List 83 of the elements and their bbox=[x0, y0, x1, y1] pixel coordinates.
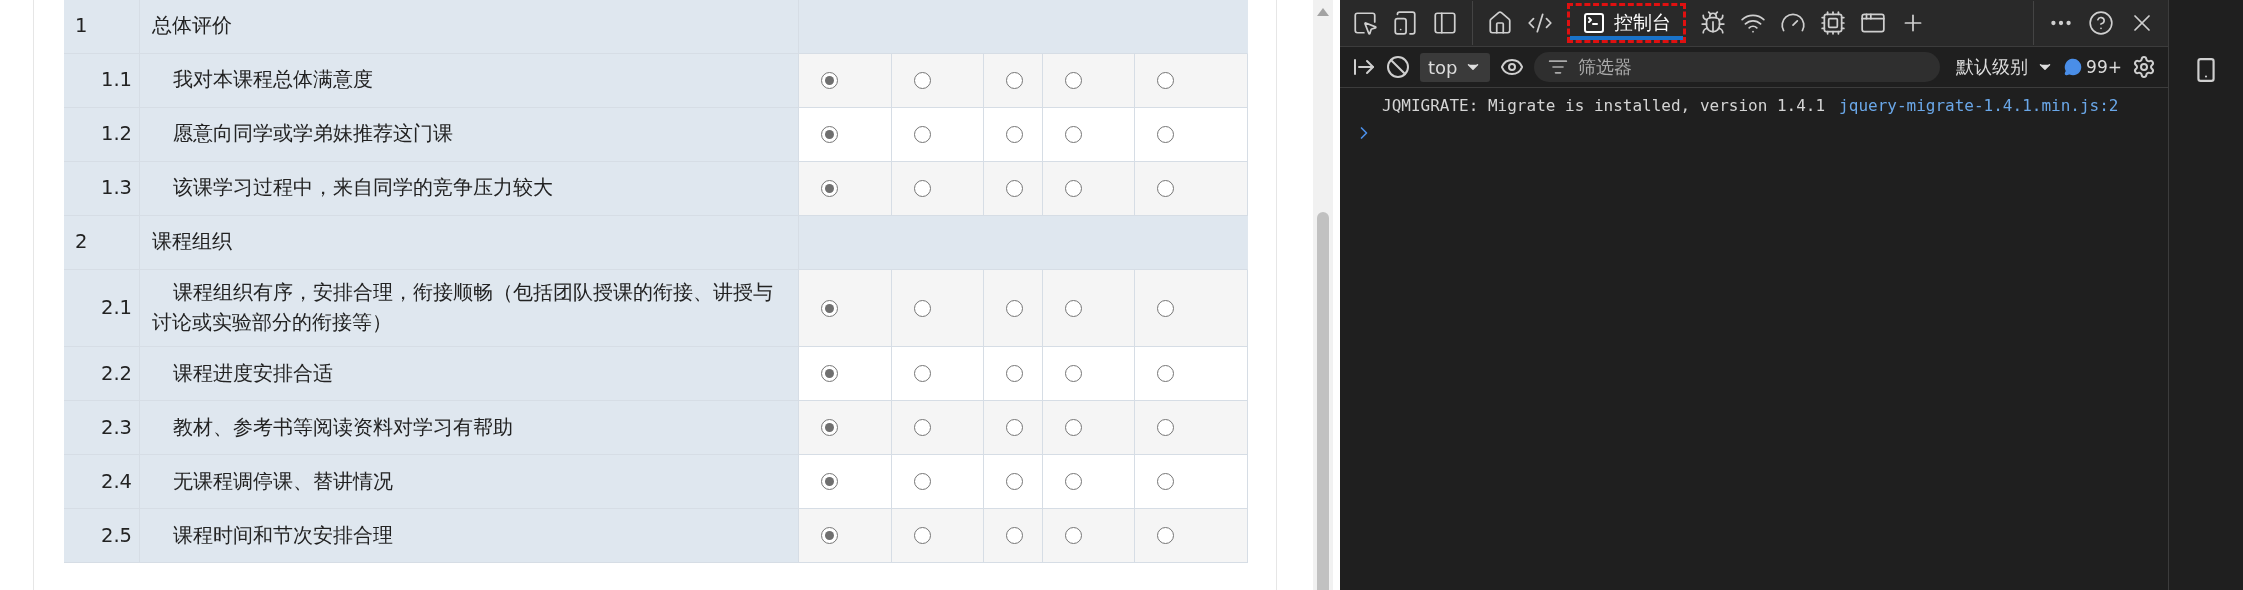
radio-button[interactable] bbox=[821, 299, 838, 317]
question-text: 课程进度安排合适 bbox=[140, 347, 799, 402]
clear-icon[interactable] bbox=[1386, 55, 1410, 79]
radio-button[interactable] bbox=[914, 180, 931, 197]
section-title: 课程组织 bbox=[140, 216, 799, 270]
radio-button[interactable] bbox=[914, 527, 931, 545]
radio-button[interactable] bbox=[914, 365, 931, 383]
source-link[interactable]: jquery-migrate-1.4.1.min.js:2 bbox=[1839, 96, 2119, 115]
terminal-icon bbox=[1582, 11, 1606, 35]
radio-button[interactable] bbox=[821, 473, 838, 491]
radio-button[interactable] bbox=[821, 180, 838, 197]
radio-button[interactable] bbox=[1065, 126, 1082, 143]
window-icon[interactable] bbox=[1860, 10, 1886, 36]
filter-field[interactable]: 筛选器 bbox=[1533, 52, 1941, 82]
section-number: 2 bbox=[64, 216, 140, 270]
radio-button[interactable] bbox=[1157, 473, 1174, 491]
question-text: 愿意向同学或学弟妹推荐这门课 bbox=[140, 108, 799, 162]
question-text: 我对本课程总体满意度 bbox=[140, 54, 799, 108]
message-icon bbox=[2064, 58, 2083, 76]
item-number: 1.1 bbox=[64, 54, 140, 108]
radio-button[interactable] bbox=[1006, 126, 1023, 143]
radio-button[interactable] bbox=[1157, 365, 1174, 383]
radio-button[interactable] bbox=[1006, 365, 1023, 383]
radio-button[interactable] bbox=[1157, 527, 1174, 545]
radio-button[interactable] bbox=[914, 72, 931, 89]
radio-button[interactable] bbox=[1065, 527, 1082, 545]
radio-button[interactable] bbox=[1006, 299, 1023, 317]
radio-button[interactable] bbox=[1157, 299, 1174, 317]
context-dropdown[interactable]: top bbox=[1420, 52, 1490, 82]
radio-button[interactable] bbox=[821, 72, 838, 89]
radio-button[interactable] bbox=[821, 419, 838, 437]
item-number: 2.2 bbox=[64, 347, 140, 402]
radio-button[interactable] bbox=[1157, 126, 1174, 143]
radio-button[interactable] bbox=[1157, 72, 1174, 89]
item-number: 2.3 bbox=[64, 401, 140, 456]
level-dropdown[interactable]: 默认级别 bbox=[1956, 55, 2055, 79]
question-text: 课程时间和节次安排合理 bbox=[140, 509, 799, 564]
bug-icon[interactable] bbox=[1700, 10, 1726, 36]
radio-button[interactable] bbox=[821, 365, 838, 383]
home-icon[interactable] bbox=[1487, 10, 1513, 36]
radio-button[interactable] bbox=[821, 126, 838, 143]
radio-button[interactable] bbox=[1065, 419, 1082, 437]
item-number: 2.1 bbox=[64, 270, 140, 348]
scrollbar-thumb[interactable] bbox=[1317, 212, 1329, 590]
radio-button[interactable] bbox=[914, 299, 931, 317]
question-text: 无课程调停课、替讲情况 bbox=[140, 455, 799, 510]
radio-button[interactable] bbox=[914, 126, 931, 143]
radio-button[interactable] bbox=[1157, 419, 1174, 437]
radio-button[interactable] bbox=[1065, 365, 1082, 383]
scroll-up-arrow[interactable] bbox=[1317, 8, 1329, 16]
message-count[interactable]: 99+ bbox=[2064, 57, 2122, 77]
help-icon[interactable] bbox=[2088, 10, 2114, 36]
radio-button[interactable] bbox=[1006, 72, 1023, 89]
question-text: 课程组织有序，安排合理，衔接顺畅（包括团队授课的衔接、讲授与讨论或实验部分的衔接等） bbox=[140, 270, 799, 348]
question-text: 该课学习过程中，来自同学的竞争压力较大 bbox=[140, 162, 799, 216]
section-title: 总体评价 bbox=[140, 0, 799, 54]
radio-button[interactable] bbox=[1157, 180, 1174, 197]
chip-icon[interactable] bbox=[1820, 10, 1846, 36]
item-number: 1.2 bbox=[64, 108, 140, 162]
radio-button[interactable] bbox=[1006, 180, 1023, 197]
radio-button[interactable] bbox=[914, 419, 931, 437]
console-tab[interactable]: 控制台 bbox=[1567, 3, 1686, 43]
inspect-icon[interactable] bbox=[1352, 10, 1378, 36]
code-icon[interactable] bbox=[1527, 10, 1553, 36]
device-icon[interactable] bbox=[1392, 10, 1418, 36]
filter-icon bbox=[1547, 57, 1568, 77]
question-text: 教材、参考书等阅读资料对学习有帮助 bbox=[140, 401, 799, 456]
panel-icon[interactable] bbox=[1432, 10, 1458, 36]
section-number: 1 bbox=[64, 0, 140, 54]
radio-button[interactable] bbox=[1006, 527, 1023, 545]
item-number: 2.4 bbox=[64, 455, 140, 510]
radio-button[interactable] bbox=[1065, 180, 1082, 197]
radio-button[interactable] bbox=[1006, 419, 1023, 437]
radio-button[interactable] bbox=[1065, 72, 1082, 89]
radio-button[interactable] bbox=[1065, 299, 1082, 317]
radio-button[interactable] bbox=[1006, 473, 1023, 491]
settings-icon[interactable] bbox=[2132, 55, 2156, 79]
item-number: 1.3 bbox=[64, 162, 140, 216]
item-number: 2.5 bbox=[64, 509, 140, 564]
radio-button[interactable] bbox=[1065, 473, 1082, 491]
console-message: JQMIGRATE: Migrate is installed, version 1.4.1 bbox=[1382, 96, 1826, 115]
radio-button[interactable] bbox=[914, 473, 931, 491]
radio-button[interactable] bbox=[821, 527, 838, 545]
